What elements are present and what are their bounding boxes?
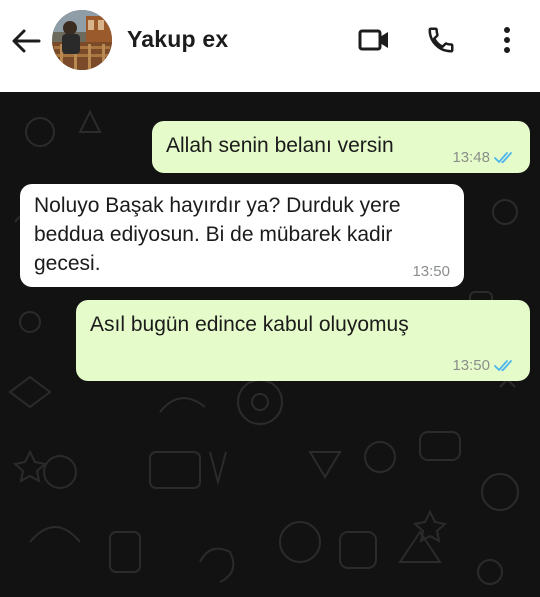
chat-header: Yakup ex xyxy=(0,0,540,92)
message-time: 13:50 xyxy=(452,357,490,374)
message-meta: 13:50 xyxy=(452,357,516,375)
chat-screen: Yakup ex Allah senin belanı versin 13:48… xyxy=(0,0,540,597)
message-list[interactable]: Allah senin belanı versin 13:48 Noluyo B… xyxy=(0,92,540,597)
message-bubble-outgoing[interactable]: Allah senin belanı versin 13:48 xyxy=(152,121,530,173)
read-receipt-icon xyxy=(494,360,512,371)
phone-icon xyxy=(428,27,454,53)
avatar[interactable] xyxy=(52,10,112,70)
video-call-icon xyxy=(358,29,388,51)
message-meta: 13:50 xyxy=(412,263,450,281)
back-arrow-icon xyxy=(12,29,41,53)
message-text: Noluyo Başak hayırdır ya? Durduk yere be… xyxy=(34,194,401,275)
message-text: Asıl bugün edince kabul oluyomuş xyxy=(90,313,409,336)
read-receipt-icon xyxy=(494,152,512,163)
message-bubble-incoming[interactable]: Noluyo Başak hayırdır ya? Durduk yere be… xyxy=(20,184,464,287)
contact-name[interactable]: Yakup ex xyxy=(127,26,228,53)
message-text: Allah senin belanı versin xyxy=(166,134,394,157)
message-bubble-outgoing[interactable]: Asıl bugün edince kabul oluyomuş 13:50 xyxy=(76,300,530,381)
message-time: 13:48 xyxy=(452,149,490,166)
contact-photo xyxy=(52,10,112,70)
more-options-button[interactable] xyxy=(489,22,525,58)
video-call-button[interactable] xyxy=(356,22,392,58)
message-meta: 13:48 xyxy=(452,149,516,167)
more-options-icon xyxy=(504,27,510,53)
voice-call-button[interactable] xyxy=(423,22,459,58)
message-time: 13:50 xyxy=(412,263,450,280)
back-button[interactable] xyxy=(6,24,46,58)
